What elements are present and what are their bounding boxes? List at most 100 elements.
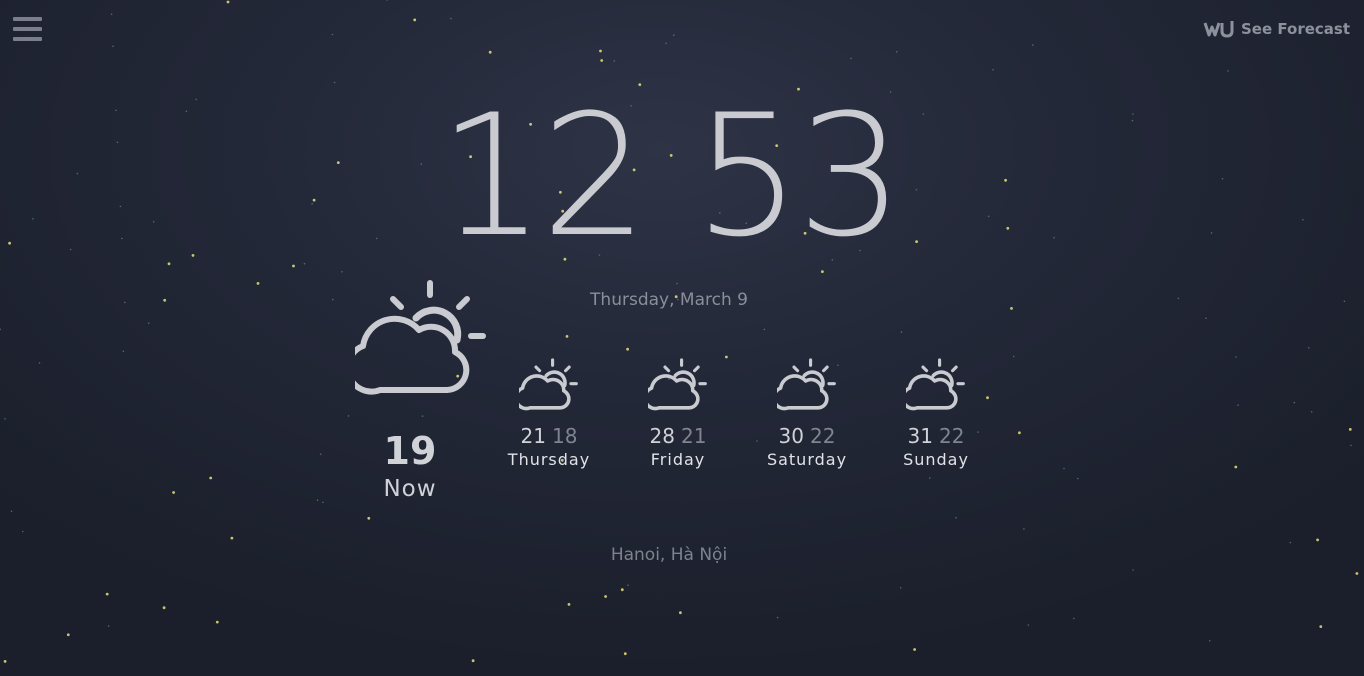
forecast-day: 28 21 Friday xyxy=(623,357,733,469)
star xyxy=(1132,569,1134,571)
star xyxy=(1018,431,1021,435)
star xyxy=(1031,44,1034,46)
star xyxy=(1205,317,1207,320)
star xyxy=(172,491,176,494)
star xyxy=(215,620,219,624)
star xyxy=(992,69,994,71)
star xyxy=(147,322,150,325)
star xyxy=(1348,428,1352,431)
star xyxy=(626,347,629,351)
star xyxy=(450,17,452,20)
star xyxy=(341,271,343,273)
forecast-high: 30 xyxy=(778,424,804,448)
star xyxy=(303,262,306,265)
partly-sunny-icon xyxy=(777,358,836,411)
star xyxy=(316,499,319,502)
star xyxy=(105,592,109,596)
star xyxy=(386,0,388,1)
star xyxy=(112,45,114,47)
star xyxy=(167,262,171,266)
menu-button[interactable] xyxy=(13,17,43,44)
star xyxy=(22,530,24,533)
partly-sunny-icon xyxy=(648,358,707,411)
forecast-day-name: Friday xyxy=(650,450,706,469)
forecast-low: 22 xyxy=(939,424,965,448)
forecast-day: 21 18 Thursday xyxy=(494,357,604,469)
star xyxy=(162,606,166,610)
star xyxy=(1234,465,1238,469)
hamburger-icon-bar xyxy=(13,27,42,31)
star xyxy=(627,584,629,586)
star xyxy=(230,536,234,540)
star xyxy=(292,264,295,268)
star xyxy=(10,510,13,513)
current-label: Now xyxy=(383,476,437,502)
star xyxy=(1227,70,1229,72)
star xyxy=(322,501,324,504)
star xyxy=(1208,640,1211,642)
star xyxy=(1073,617,1075,620)
see-forecast-label: See Forecast xyxy=(1241,20,1350,38)
hamburger-icon xyxy=(13,17,42,21)
forecast-low: 22 xyxy=(810,424,836,448)
star xyxy=(928,477,931,479)
forecast-day: 30 22 Saturday xyxy=(752,357,862,469)
star xyxy=(1343,300,1346,303)
forecast-day-name: Saturday xyxy=(766,450,848,469)
wunderground-logo-icon xyxy=(1203,21,1234,38)
star xyxy=(567,603,571,606)
forecast-low: 18 xyxy=(552,424,578,448)
forecast-day: 31 22 Sunday xyxy=(881,357,991,469)
star xyxy=(899,587,902,589)
clock: 12 53 xyxy=(0,92,1338,260)
star xyxy=(3,660,7,663)
star xyxy=(209,476,213,480)
star xyxy=(1293,401,1296,404)
see-forecast-link[interactable]: See Forecast xyxy=(1203,19,1350,39)
star xyxy=(421,415,424,417)
star xyxy=(676,282,678,285)
clock-minutes: 53 xyxy=(694,78,904,274)
partly-sunny-icon xyxy=(519,358,578,411)
star xyxy=(66,633,70,637)
forecast-low: 21 xyxy=(681,424,707,448)
star xyxy=(110,13,113,15)
star xyxy=(347,415,350,417)
star xyxy=(1310,411,1313,413)
star xyxy=(0,328,1,331)
star xyxy=(1289,541,1292,544)
star xyxy=(623,652,627,656)
location-label: Hanoi, Hà Nội xyxy=(610,545,728,565)
star xyxy=(900,331,903,333)
hamburger-icon-bar xyxy=(13,37,42,41)
star xyxy=(679,611,682,615)
star xyxy=(319,453,322,456)
star xyxy=(1027,624,1030,626)
star xyxy=(1237,404,1239,406)
star xyxy=(1235,356,1237,358)
star xyxy=(333,81,336,84)
star xyxy=(226,0,230,4)
star xyxy=(1319,625,1323,628)
star xyxy=(331,33,334,36)
star xyxy=(776,616,779,619)
star xyxy=(4,418,6,420)
forecast-high: 21 xyxy=(520,424,546,448)
star xyxy=(1350,444,1352,447)
star xyxy=(613,60,616,62)
star xyxy=(604,595,607,598)
partly-sunny-icon xyxy=(355,280,486,395)
partly-sunny-icon xyxy=(906,358,965,411)
forecast-day-name: Sunday xyxy=(903,450,969,469)
star xyxy=(38,362,41,364)
star xyxy=(1023,528,1025,530)
star xyxy=(1077,477,1079,480)
star xyxy=(850,57,852,60)
clock-hours: 12 xyxy=(438,78,648,274)
star xyxy=(122,350,125,353)
star xyxy=(665,42,667,45)
star xyxy=(413,18,417,22)
star xyxy=(1355,572,1359,575)
star xyxy=(1316,538,1319,542)
star xyxy=(565,335,569,338)
